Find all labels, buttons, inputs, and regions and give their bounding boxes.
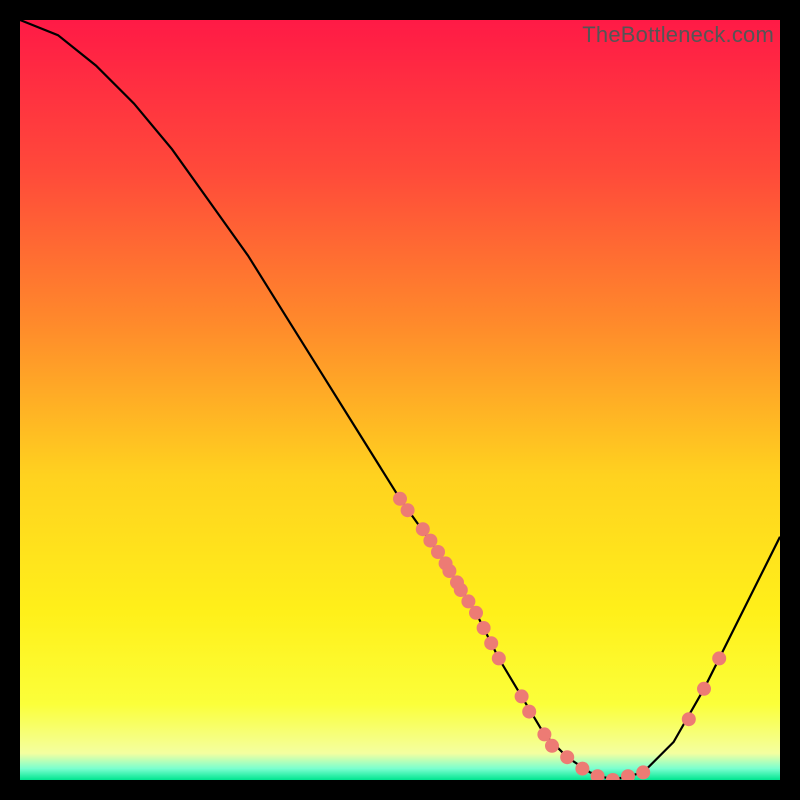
data-point: [469, 606, 483, 620]
data-point: [697, 682, 711, 696]
data-point: [454, 583, 468, 597]
data-point: [522, 705, 536, 719]
data-point: [461, 594, 475, 608]
data-point: [575, 762, 589, 776]
data-point: [492, 651, 506, 665]
data-point: [484, 636, 498, 650]
watermark-label: TheBottleneck.com: [582, 22, 774, 48]
data-point: [423, 534, 437, 548]
data-point: [431, 545, 445, 559]
data-point: [537, 727, 551, 741]
data-point: [416, 522, 430, 536]
data-point: [682, 712, 696, 726]
data-point: [515, 689, 529, 703]
gradient-background: [20, 20, 780, 780]
data-point: [401, 503, 415, 517]
data-point: [545, 739, 559, 753]
data-point: [442, 564, 456, 578]
chart-frame: TheBottleneck.com: [20, 20, 780, 780]
data-point: [712, 651, 726, 665]
data-point: [393, 492, 407, 506]
data-point: [636, 765, 650, 779]
chart-svg: [20, 20, 780, 780]
data-point: [477, 621, 491, 635]
data-point: [560, 750, 574, 764]
